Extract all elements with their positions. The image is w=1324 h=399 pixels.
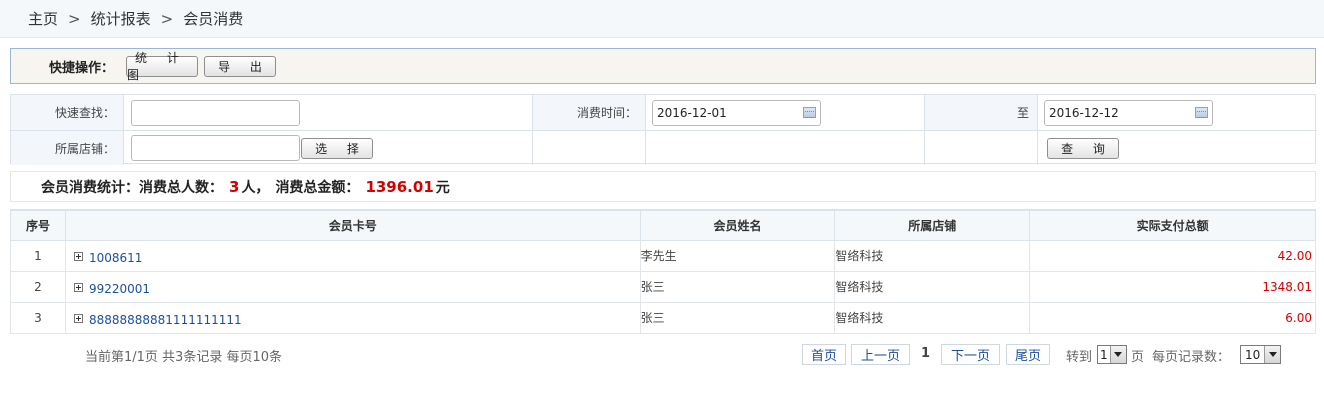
date-from-value: 2016-12-01 <box>657 105 727 120</box>
expand-icon[interactable] <box>73 313 83 323</box>
breadcrumb-reports[interactable]: 统计报表 <box>91 8 151 29</box>
goto-page-value: 1 <box>1100 347 1108 362</box>
breadcrumb-current: 会员消费 <box>183 10 244 28</box>
row-store: 智络科技 <box>834 239 1031 272</box>
row-no: 2 <box>10 270 66 303</box>
total-members-unit: 人， <box>241 179 270 196</box>
row-no: 1 <box>10 239 66 272</box>
col-store: 所属店铺 <box>834 209 1031 241</box>
last-page-button[interactable]: 尾页 <box>1006 344 1050 365</box>
consumption-table: 序号 会员卡号 会员姓名 所属店铺 实际支付总额 1 1008611 李先生 智… <box>10 209 1316 334</box>
row-name: 李先生 <box>639 239 836 272</box>
prev-page-button[interactable]: 上一页 <box>851 344 910 365</box>
quick-ops-label: 快捷操作： <box>49 60 115 76</box>
dropdown-arrow-icon[interactable] <box>1109 346 1126 363</box>
date-to-value: 2016-12-12 <box>1049 105 1119 120</box>
row-store: 智络科技 <box>834 301 1031 334</box>
col-card: 会员卡号 <box>64 209 641 241</box>
quick-ops-bar: 快捷操作： 统 计 图 导 出 <box>10 48 1316 84</box>
pager-info: 当前第1/1页 共3条记录 每页10条 <box>85 350 282 365</box>
calendar-icon[interactable] <box>803 107 816 118</box>
row-no: 3 <box>10 301 66 334</box>
store-label: 所属店铺： <box>11 131 123 165</box>
col-name: 会员姓名 <box>639 209 836 241</box>
dropdown-arrow-icon[interactable] <box>1264 346 1281 363</box>
per-page-select[interactable]: 10 <box>1240 345 1282 364</box>
breadcrumb-separator: > <box>160 9 174 28</box>
table-header: 序号 会员卡号 会员姓名 所属店铺 实际支付总额 <box>10 209 1316 241</box>
row-total: 6.00 <box>1029 301 1316 334</box>
pager: 当前第1/1页 共3条记录 每页10条 首页 上一页 1 下一页 尾页 转到 1… <box>0 342 1324 368</box>
next-page-button[interactable]: 下一页 <box>941 344 1000 365</box>
time-label: 消费时间： <box>533 95 645 130</box>
consumption-stats: 会员消费统计：消费总人数： 3 人， 消费总金额： 1396.01 元 <box>10 171 1316 202</box>
card-link[interactable]: 88888888881111111111 <box>89 313 242 327</box>
row-card-cell: 99220001 <box>64 270 641 303</box>
row-card-cell: 88888888881111111111 <box>64 301 641 334</box>
date-to-field[interactable]: 2016-12-12 <box>1044 99 1213 126</box>
goto-page-select[interactable]: 1 <box>1097 345 1127 364</box>
calendar-icon[interactable] <box>1195 107 1208 118</box>
chart-button[interactable]: 统 计 图 <box>126 51 199 82</box>
store-input[interactable] <box>131 135 300 161</box>
row-total: 42.00 <box>1029 239 1316 272</box>
search-form: 快速查找： 所属店铺： 选 择 消费时间： 2016-12-01 至 2016-… <box>10 94 1317 165</box>
stats-prefix: 会员消费统计：消费总人数： <box>41 179 223 196</box>
expand-icon[interactable] <box>73 282 83 292</box>
per-page-label: 每页记录数： <box>1152 350 1231 365</box>
row-store: 智络科技 <box>834 270 1031 303</box>
table-row: 2 99220001 张三 智络科技 1348.01 <box>10 270 1316 303</box>
page-unit: 页 <box>1131 350 1145 365</box>
quick-find-input[interactable] <box>131 99 300 126</box>
col-no: 序号 <box>10 209 66 241</box>
card-link[interactable]: 1008611 <box>89 251 142 265</box>
total-amount-unit: 元 <box>435 179 450 196</box>
col-total: 实际支付总额 <box>1029 209 1316 241</box>
expand-icon[interactable] <box>73 251 83 261</box>
total-members: 3 <box>229 177 240 196</box>
export-button[interactable]: 导 出 <box>204 55 277 77</box>
first-page-button[interactable]: 首页 <box>802 344 846 365</box>
table-row: 3 88888888881111111111 张三 智络科技 6.00 <box>10 301 1316 334</box>
goto-label: 转到 <box>1066 350 1093 365</box>
row-card-cell: 1008611 <box>64 239 641 272</box>
amount-label: 消费总金额： <box>275 179 360 196</box>
breadcrumb-separator: > <box>68 9 81 28</box>
breadcrumb-home[interactable]: 主页 <box>28 8 58 29</box>
quick-find-label: 快速查找： <box>11 95 123 130</box>
to-label: 至 <box>925 95 1037 130</box>
row-name: 张三 <box>639 301 836 334</box>
row-total: 1348.01 <box>1029 270 1316 303</box>
per-page-value: 10 <box>1245 347 1261 362</box>
total-amount: 1396.01 <box>365 177 434 196</box>
query-button[interactable]: 查 询 <box>1047 137 1119 159</box>
breadcrumb: 主页 > 统计报表 > 会员消费 <box>0 0 1324 38</box>
card-link[interactable]: 99220001 <box>89 282 150 296</box>
date-from-field[interactable]: 2016-12-01 <box>652 99 821 126</box>
table-row: 1 1008611 李先生 智络科技 42.00 <box>10 239 1316 272</box>
row-name: 张三 <box>639 270 836 303</box>
current-page: 1 <box>921 346 931 361</box>
select-store-button[interactable]: 选 择 <box>301 137 373 159</box>
